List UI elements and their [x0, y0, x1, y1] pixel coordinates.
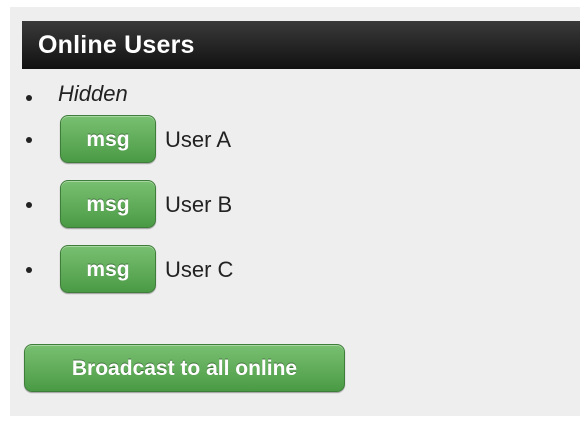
list-item-user-b: msg User B — [10, 180, 570, 230]
msg-button-user-c[interactable]: msg — [60, 245, 156, 293]
bullet-icon — [26, 202, 32, 208]
user-name: User B — [165, 192, 233, 217]
msg-button-user-a[interactable]: msg — [60, 115, 156, 163]
broadcast-button[interactable]: Broadcast to all online — [24, 344, 345, 392]
hidden-label: Hidden — [58, 81, 128, 106]
msg-button-user-b[interactable]: msg — [60, 180, 156, 228]
bullet-icon — [26, 137, 32, 143]
user-name: User C — [165, 257, 234, 282]
list-item-user-a: msg User A — [10, 115, 570, 165]
bullet-icon — [26, 267, 32, 273]
bullet-icon — [26, 95, 32, 101]
list-item-user-c: msg User C — [10, 245, 570, 295]
panel-title: Online Users — [22, 21, 580, 69]
user-name: User A — [165, 127, 232, 152]
online-users-panel: Online Users Hidden msg User A msg User … — [10, 7, 580, 416]
